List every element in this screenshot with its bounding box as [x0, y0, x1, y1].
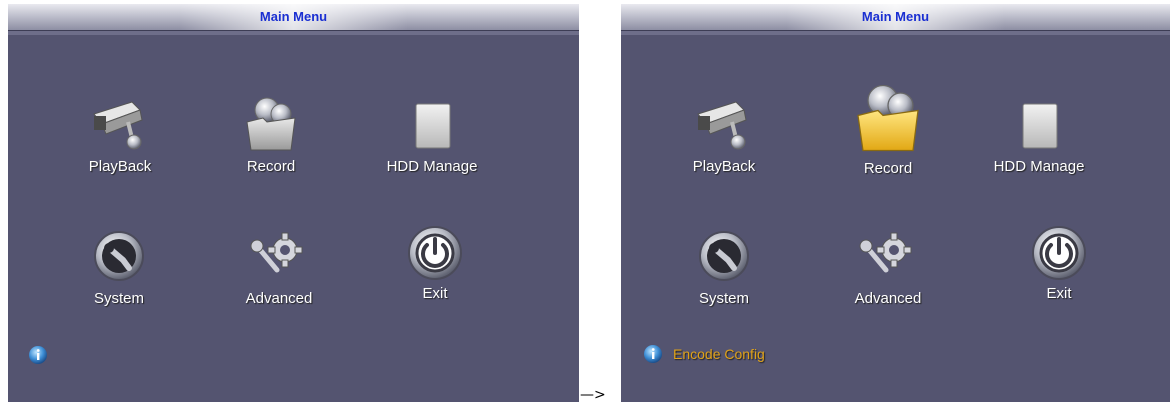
- menu-item-label: System: [93, 290, 144, 307]
- main-menu-panel-left: Main Menu PlayBack Record HDD Manage Sys…: [8, 4, 579, 402]
- info-bar: [28, 345, 58, 365]
- menu-item-label: HDD Manage: [386, 158, 478, 175]
- wrench-icon: [699, 231, 749, 281]
- menu-item-playback[interactable]: PlayBack: [649, 92, 799, 175]
- menu-item-label: Record: [246, 158, 296, 175]
- menu-item-label: Record: [863, 160, 913, 177]
- menu-item-label: Advanced: [245, 290, 313, 307]
- menu-item-label: Exit: [1046, 285, 1072, 302]
- menu-item-label: PlayBack: [692, 158, 756, 175]
- camera-icon: [93, 101, 143, 150]
- menu-item-system[interactable]: System: [649, 224, 799, 307]
- menu-item-label: Exit: [422, 285, 448, 302]
- menu-item-exit[interactable]: Exit: [360, 219, 510, 302]
- menu-item-playback[interactable]: PlayBack: [45, 92, 195, 175]
- menu-item-label: PlayBack: [88, 158, 152, 175]
- hdd-icon: [415, 103, 451, 149]
- title-bar: Main Menu: [621, 4, 1170, 31]
- info-icon: [644, 345, 662, 363]
- transition-arrow: —>: [580, 387, 606, 403]
- record-folder-icon: [246, 97, 296, 151]
- wrench-icon: [94, 231, 144, 281]
- window-title: Main Menu: [861, 9, 930, 24]
- menu-item-label: HDD Manage: [993, 158, 1085, 175]
- title-bar: Main Menu: [8, 4, 579, 31]
- menu-item-record-selected[interactable]: Record: [813, 78, 963, 177]
- main-menu-panel-right: Main Menu PlayBack Record HDD Manage Sys…: [621, 4, 1170, 402]
- menu-item-hdd-manage[interactable]: HDD Manage: [357, 92, 507, 175]
- gear-wrench-icon: [859, 232, 912, 273]
- hdd-icon: [1022, 103, 1058, 149]
- menu-item-record[interactable]: Record: [196, 92, 346, 175]
- menu-item-label: Advanced: [854, 290, 922, 307]
- menu-item-label: System: [698, 290, 749, 307]
- menu-item-advanced[interactable]: Advanced: [204, 224, 354, 307]
- info-bar: Encode Config: [643, 344, 765, 364]
- menu-item-advanced[interactable]: Advanced: [813, 224, 963, 307]
- power-icon: [408, 226, 462, 280]
- window-title: Main Menu: [259, 9, 328, 24]
- camera-icon: [697, 101, 747, 150]
- menu-item-hdd-manage[interactable]: HDD Manage: [964, 92, 1114, 175]
- record-folder-icon: [857, 84, 919, 152]
- info-icon: [29, 346, 47, 364]
- menu-item-system[interactable]: System: [44, 224, 194, 307]
- menu-item-exit[interactable]: Exit: [984, 219, 1134, 302]
- power-icon: [1032, 226, 1086, 280]
- hint-text: Encode Config: [673, 346, 765, 362]
- gear-wrench-icon: [250, 232, 303, 273]
